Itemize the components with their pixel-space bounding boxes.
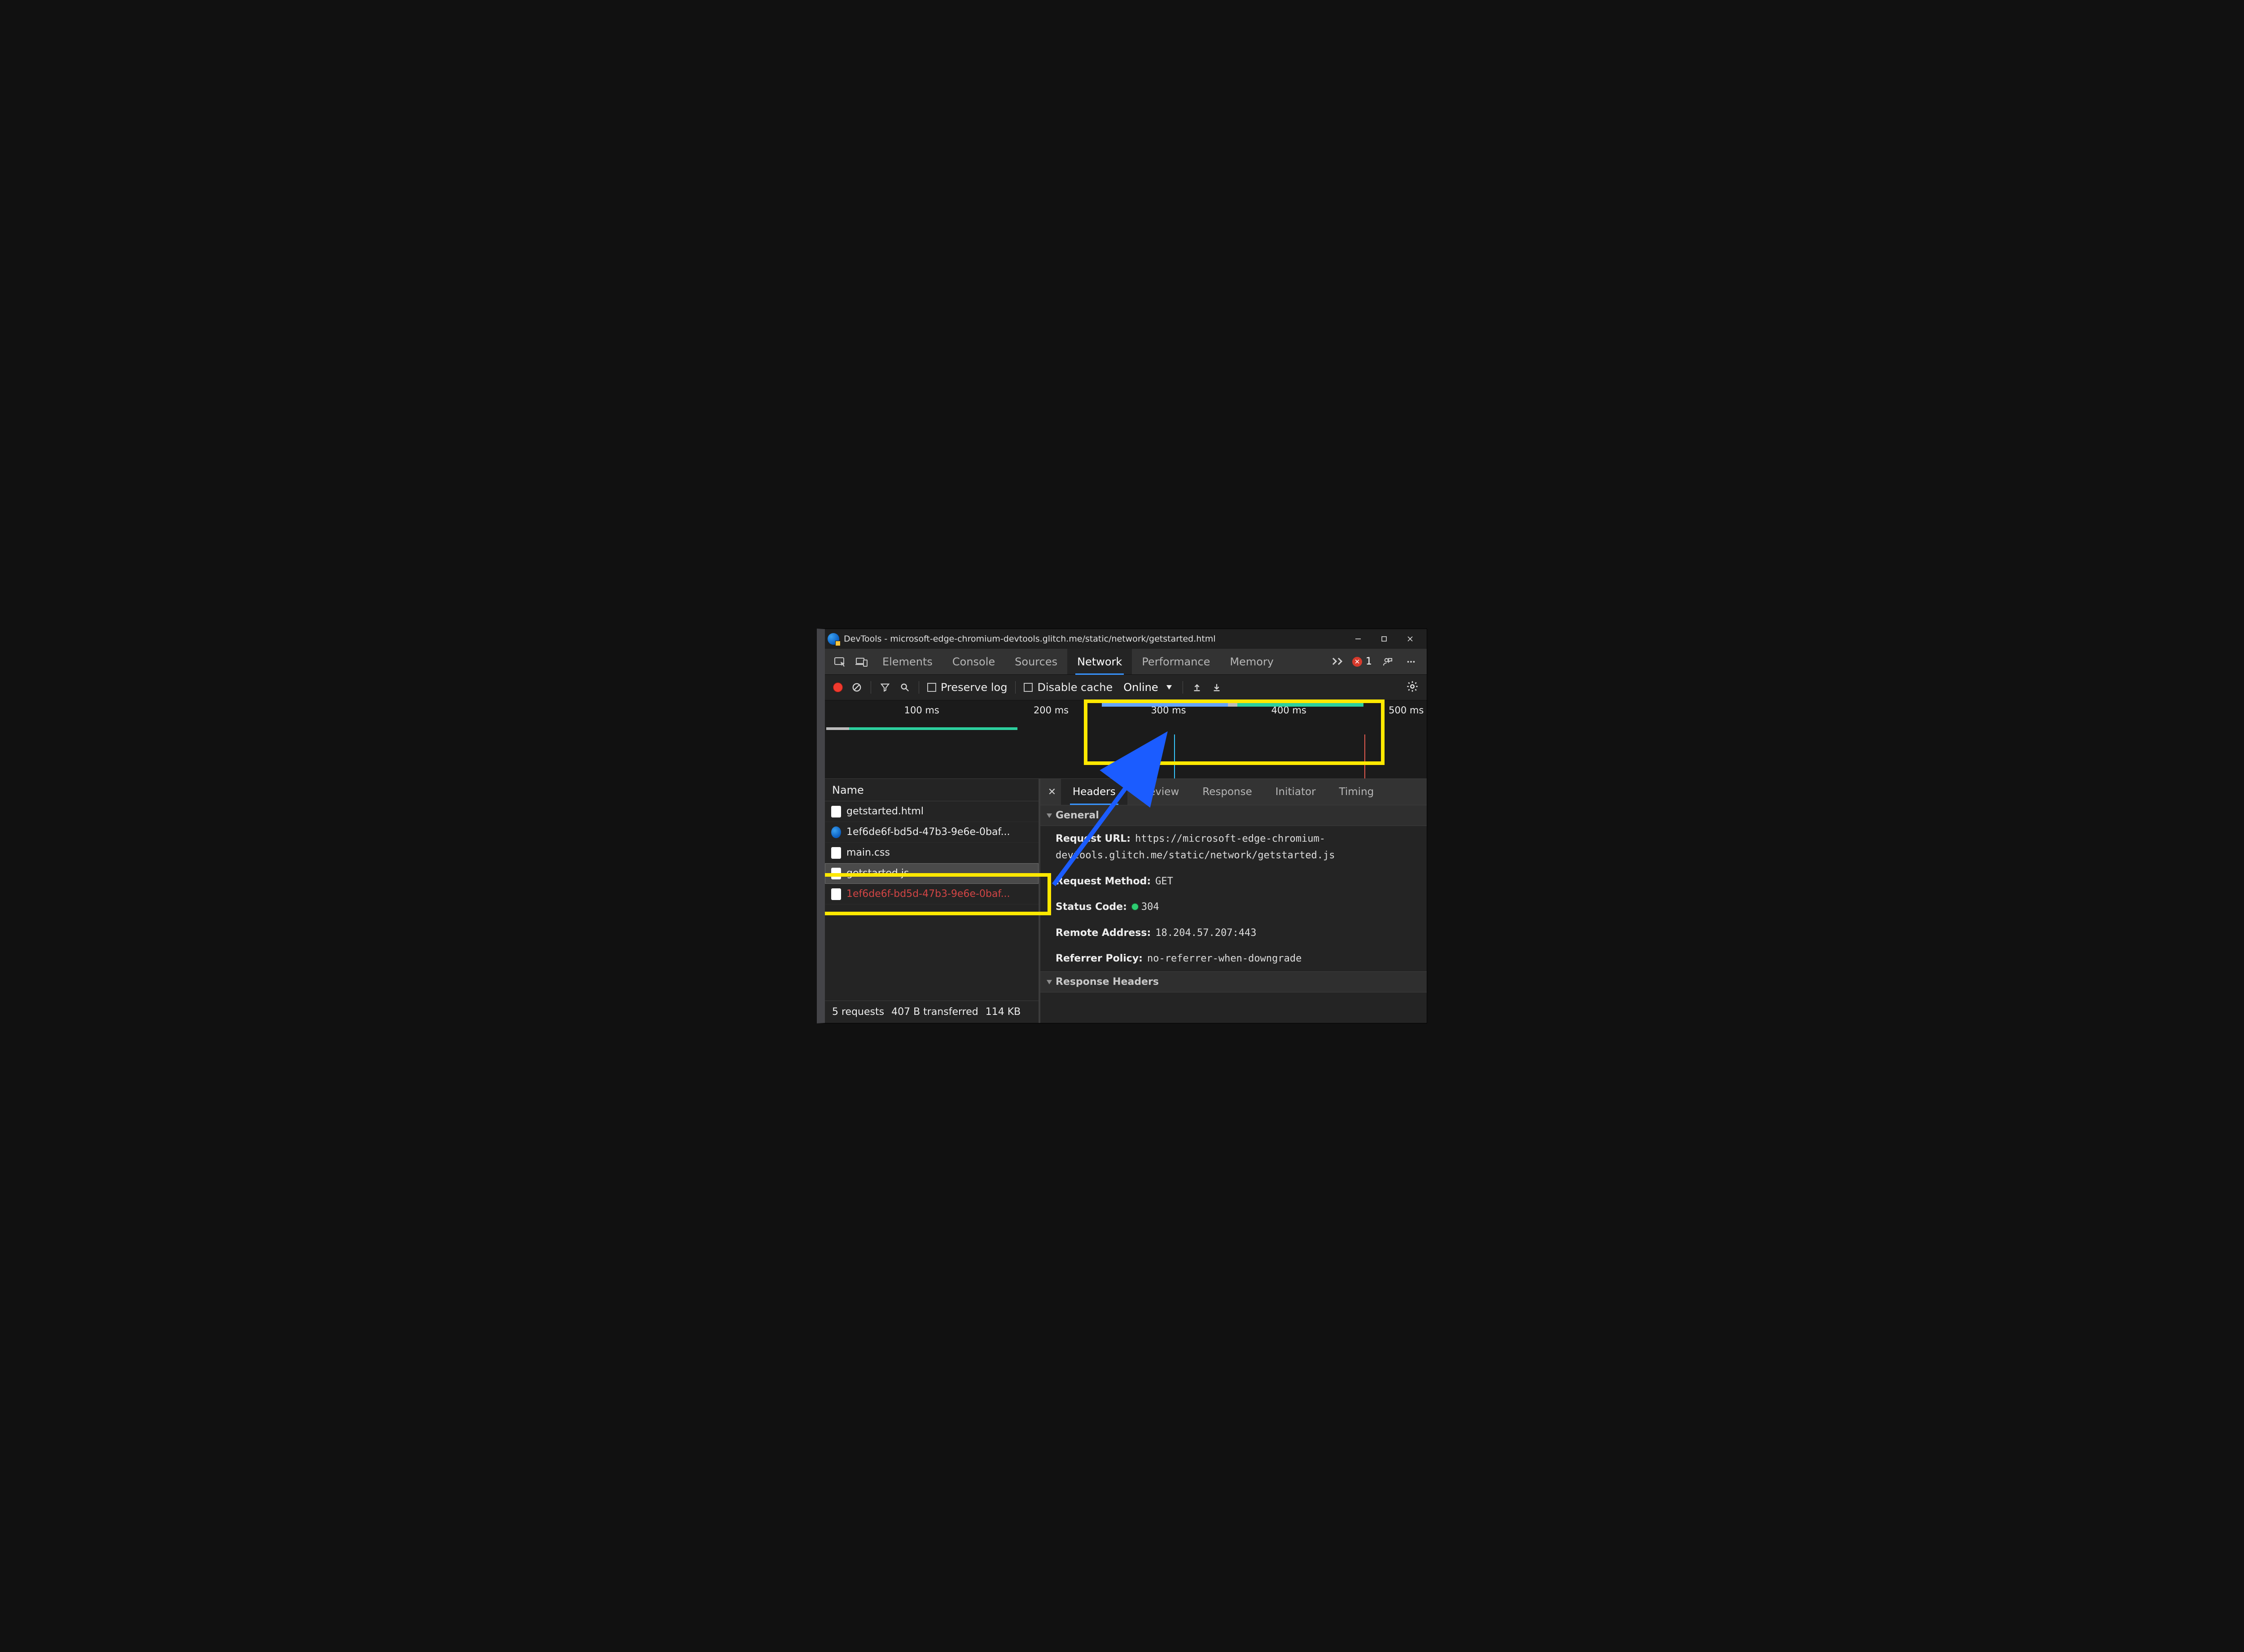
request-row-error[interactable]: 1ef6de6f-bd5d-47b3-9e6e-0baf... (825, 884, 1039, 905)
device-toolbar-icon[interactable] (851, 649, 872, 674)
minimize-button[interactable] (1345, 629, 1371, 649)
request-list-footer: 5 requests 407 B transferred 114 KB (825, 1001, 1039, 1023)
tab-sources[interactable]: Sources (1005, 649, 1067, 674)
close-button[interactable] (1397, 629, 1423, 649)
network-overview[interactable]: 100 ms 200 ms 300 ms 400 ms 500 ms (825, 700, 1427, 779)
request-list[interactable]: getstarted.html 1ef6de6f-bd5d-47b3-9e6e-… (825, 801, 1039, 1001)
disclosure-icon (1047, 980, 1052, 984)
detail-tab-response[interactable]: Response (1191, 779, 1263, 805)
network-split: Name getstarted.html 1ef6de6f-bd5d-47b3-… (825, 779, 1427, 1023)
tab-elements[interactable]: Elements (872, 649, 942, 674)
tab-network[interactable]: Network (1067, 649, 1132, 674)
detail-tab-timing[interactable]: Timing (1328, 779, 1386, 805)
annotation-highlight-overview (1084, 699, 1385, 765)
request-detail-pane: ✕ Headers Preview Response Initiator Tim… (1040, 779, 1427, 1023)
edge-devtools-icon (828, 633, 839, 645)
tick-label: 100 ms (904, 705, 939, 716)
upload-icon[interactable] (1191, 682, 1203, 692)
detail-tab-headers[interactable]: Headers (1061, 779, 1127, 805)
detail-tab-initiator[interactable]: Initiator (1264, 779, 1328, 805)
footer-requests: 5 requests (832, 1006, 884, 1018)
overview-bar (849, 727, 1017, 730)
settings-icon[interactable] (1406, 680, 1419, 695)
footer-transferred: 407 B transferred (891, 1006, 978, 1018)
request-list-pane: Name getstarted.html 1ef6de6f-bd5d-47b3-… (825, 779, 1040, 1023)
titlebar: DevTools - microsoft-edge-chromium-devto… (825, 629, 1427, 649)
error-icon: ✕ (1352, 657, 1362, 667)
kv-status-code: Status Code:304 (1040, 894, 1427, 920)
window-controls (1345, 629, 1423, 649)
record-button[interactable] (833, 682, 843, 692)
close-detail-button[interactable]: ✕ (1043, 779, 1061, 805)
caret-down-icon (1166, 685, 1172, 690)
disable-cache-checkbox[interactable]: Disable cache (1024, 681, 1113, 694)
preserve-log-checkbox[interactable]: Preserve log (927, 681, 1007, 694)
throttling-select[interactable]: Online (1121, 681, 1174, 694)
file-icon (831, 806, 841, 817)
kv-referrer-policy: Referrer Policy:no-referrer-when-downgra… (1040, 946, 1427, 971)
tab-console[interactable]: Console (942, 649, 1005, 674)
detail-tab-preview[interactable]: Preview (1127, 779, 1191, 805)
filter-icon[interactable] (879, 682, 891, 692)
request-row[interactable]: main.css (825, 843, 1039, 863)
tab-performance[interactable]: Performance (1132, 649, 1220, 674)
footer-size: 114 KB (986, 1006, 1021, 1018)
overview-bar (826, 727, 850, 730)
feedback-icon[interactable] (1380, 657, 1395, 667)
file-icon (831, 868, 841, 879)
devtools-window: DevTools - microsoft-edge-chromium-devto… (817, 629, 1427, 1023)
clear-icon[interactable] (851, 682, 863, 692)
window-title: DevTools - microsoft-edge-chromium-devto… (844, 634, 1216, 644)
section-response-headers[interactable]: Response Headers (1040, 971, 1427, 992)
main-tabs: Elements Console Sources Network Perform… (825, 649, 1427, 675)
inspect-element-icon[interactable] (829, 649, 851, 674)
tick-label: 500 ms (1389, 705, 1424, 716)
kv-remote-address: Remote Address:18.204.57.207:443 (1040, 920, 1427, 946)
status-dot-icon (1131, 903, 1139, 910)
search-icon[interactable] (899, 682, 911, 692)
tick-label: 200 ms (1034, 705, 1069, 716)
request-row[interactable]: 1ef6de6f-bd5d-47b3-9e6e-0baf... (825, 822, 1039, 843)
network-toolbar: Preserve log Disable cache Online (825, 675, 1427, 700)
tab-memory[interactable]: Memory (1220, 649, 1284, 674)
error-count-badge[interactable]: ✕ 1 (1352, 656, 1372, 667)
file-icon (831, 847, 841, 859)
section-general[interactable]: General (1040, 805, 1427, 826)
request-list-header[interactable]: Name (825, 779, 1039, 801)
request-row-selected[interactable]: getstarted.js (825, 863, 1039, 884)
kv-request-method: Request Method:GET (1040, 869, 1427, 894)
headers-panel: General Request URL:https://microsoft-ed… (1040, 805, 1427, 1023)
request-row[interactable]: getstarted.html (825, 801, 1039, 822)
detail-tabs: ✕ Headers Preview Response Initiator Tim… (1040, 779, 1427, 805)
more-tabs-icon[interactable] (1332, 656, 1344, 667)
disclosure-icon (1047, 813, 1052, 818)
kv-request-url: Request URL:https://microsoft-edge-chrom… (1040, 826, 1427, 869)
error-count: 1 (1366, 656, 1372, 667)
maximize-button[interactable] (1371, 629, 1397, 649)
more-options-icon[interactable] (1403, 657, 1419, 667)
edge-icon (831, 826, 841, 838)
download-icon[interactable] (1211, 682, 1223, 692)
file-icon (831, 888, 841, 900)
